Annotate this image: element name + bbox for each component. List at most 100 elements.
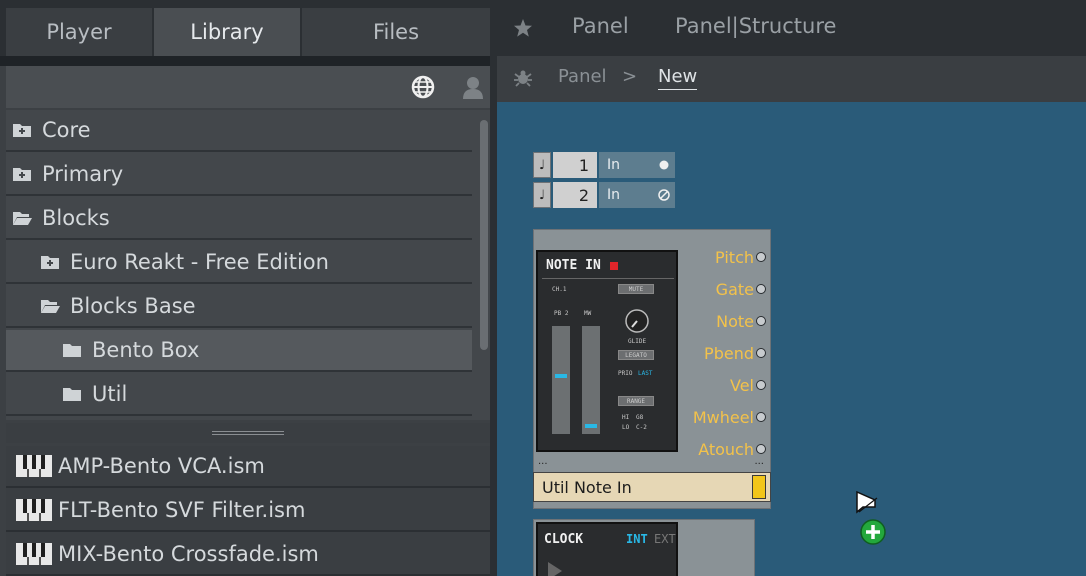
port-connector-icon[interactable] <box>756 252 766 262</box>
file-row[interactable]: AMP-Bento VCA.ism <box>6 446 490 488</box>
midi-input-port[interactable]: ♩ 2 In <box>533 182 675 208</box>
output-label: Gate <box>715 279 754 299</box>
clock-macro[interactable]: CLOCK INT EXT <box>533 519 755 576</box>
mw-label: MW <box>584 310 592 317</box>
tree-item-label: Core <box>42 118 91 142</box>
prio-value: LAST <box>638 370 653 377</box>
note-in-macro[interactable]: NOTE IN CH.1 MUTE PB 2 MW GLIDE LEGATO P… <box>533 229 771 509</box>
resize-dots: ... <box>754 456 764 467</box>
port-number: 2 <box>553 182 597 208</box>
output-port-pbend[interactable]: Pbend <box>704 342 766 364</box>
folder-plus-icon <box>13 124 31 137</box>
slider-handle <box>585 424 597 428</box>
tree-item-label: Euro Reakt - Free Edition <box>70 250 329 274</box>
port-connector-icon[interactable] <box>756 444 766 454</box>
disabled-port-icon[interactable] <box>657 188 671 202</box>
ensemble-file-icon <box>16 499 52 521</box>
glide-knob-icon <box>625 309 649 333</box>
resize-dots: ... <box>538 456 548 467</box>
file-row[interactable]: FLT-Bento SVF Filter.ism <box>6 490 490 532</box>
modwheel-slider <box>582 326 600 434</box>
breadcrumb-current[interactable]: New <box>658 66 698 90</box>
star-icon[interactable] <box>513 18 533 38</box>
panel-splitter[interactable] <box>6 423 490 443</box>
port-label-text: In <box>607 187 621 203</box>
macro-name: Util Note In <box>542 477 632 497</box>
tree-item-label: Blocks <box>42 206 110 230</box>
output-port-vel[interactable]: Vel <box>730 374 766 396</box>
tree-item-core[interactable]: Core <box>6 110 472 152</box>
panel-divider <box>490 56 497 576</box>
pitchbend-slider <box>552 326 570 434</box>
globe-icon[interactable] <box>410 74 436 100</box>
structure-canvas[interactable]: ♩ 1 In ♩ 2 In NOTE IN CH.1 MUTE PB 2 MW … <box>497 102 1086 576</box>
tab-library[interactable]: Library <box>154 8 300 56</box>
tree-item-blocks-base[interactable]: Blocks Base <box>6 286 472 328</box>
legato-label: LEGATO <box>625 351 647 359</box>
structure-icon[interactable] <box>513 68 533 88</box>
header-structure-button[interactable]: Panel|Structure <box>675 14 836 38</box>
port-connector-icon[interactable] <box>756 348 766 358</box>
clock-panel-preview: CLOCK INT EXT <box>536 522 678 576</box>
port-connector-icon[interactable] <box>756 284 766 294</box>
macro-divider <box>542 278 674 279</box>
output-label: Mwheel <box>692 407 754 427</box>
output-port-mwheel[interactable]: Mwheel <box>693 406 766 428</box>
mute-button: MUTE <box>618 284 654 294</box>
tab-files[interactable]: Files <box>302 8 490 56</box>
hi-label: HI <box>622 414 630 421</box>
folder-plus-icon <box>41 256 59 269</box>
output-port-gate[interactable]: Gate <box>716 278 766 300</box>
port-connector-icon[interactable] <box>756 380 766 390</box>
legato-button: LEGATO <box>618 350 654 360</box>
header-panel-button[interactable]: Panel <box>572 14 629 38</box>
port-connector-icon[interactable] <box>756 316 766 326</box>
file-row[interactable]: MIX-Bento Crossfade.ism <box>6 534 490 576</box>
breadcrumb-separator: > <box>622 66 638 87</box>
drag-add-cursor-icon <box>856 490 886 545</box>
output-port-pitch[interactable]: Pitch <box>715 246 766 268</box>
port-connector-icon[interactable] <box>657 158 671 172</box>
hi-value: G8 <box>636 414 644 421</box>
macro-tag-icon[interactable] <box>752 475 766 499</box>
folder-icon <box>63 388 81 401</box>
clock-int-label: INT <box>626 532 648 546</box>
port-label-text: In <box>607 157 621 173</box>
output-label: Atouch <box>698 439 754 459</box>
tree-item-label: Bento Box <box>92 338 200 362</box>
file-list: AMP-Bento VCA.ism FLT-Bento SVF Filter.i… <box>6 446 490 576</box>
macro-title: NOTE IN <box>546 258 601 273</box>
output-label: Pitch <box>715 247 754 267</box>
port-label: In <box>599 182 675 208</box>
output-port-note[interactable]: Note <box>716 310 766 332</box>
breadcrumb-panel[interactable]: Panel <box>558 66 607 87</box>
browser-panel: Player Library Files Core Primary Blocks <box>0 0 497 576</box>
tree-item-euro-reakt[interactable]: Euro Reakt - Free Edition <box>6 242 472 284</box>
tree-item-util[interactable]: Util <box>6 374 472 416</box>
midi-input-port[interactable]: ♩ 1 In <box>533 152 675 178</box>
slider-handle <box>555 374 567 378</box>
user-icon[interactable] <box>460 74 486 100</box>
note-icon: ♩ <box>533 152 551 178</box>
channel-label: CH.1 <box>552 286 567 293</box>
play-icon <box>548 562 562 576</box>
tree-item-label: Primary <box>42 162 124 186</box>
port-connector-icon[interactable] <box>756 412 766 422</box>
prio-label: PRIO <box>618 370 633 377</box>
tree-item-label: Blocks Base <box>70 294 196 318</box>
browser-tabs: Player Library Files <box>0 0 497 56</box>
tree-item-bento-box[interactable]: Bento Box <box>6 330 472 372</box>
tree-item-primary[interactable]: Primary <box>6 154 472 196</box>
splitter-grip[interactable] <box>212 431 284 435</box>
tree-scrollbar[interactable] <box>480 120 488 350</box>
tree-item-blocks[interactable]: Blocks <box>6 198 472 240</box>
tab-player[interactable]: Player <box>6 8 152 56</box>
macro-panel-preview: NOTE IN CH.1 MUTE PB 2 MW GLIDE LEGATO P… <box>536 250 678 452</box>
editor-header: Panel Panel|Structure <box>497 0 1086 56</box>
output-label: Pbend <box>704 343 754 363</box>
folder-icon <box>63 344 81 357</box>
note-icon: ♩ <box>533 182 551 208</box>
clock-title: CLOCK <box>544 532 584 547</box>
browser-toolbar <box>6 66 490 108</box>
macro-name-field[interactable]: Util Note In <box>533 472 771 502</box>
